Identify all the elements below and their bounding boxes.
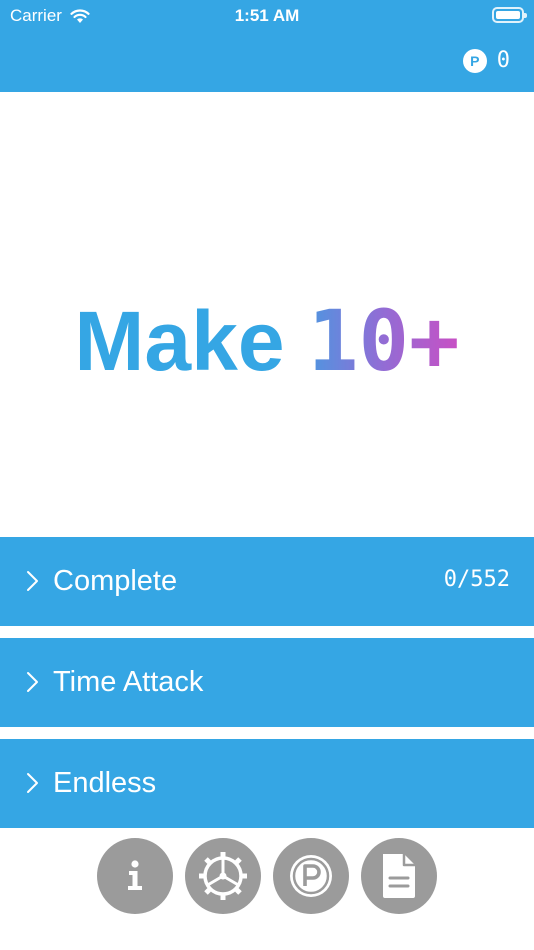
menu-item-time-attack[interactable]: Time Attack — [0, 638, 534, 727]
top-bar: Carrier 1:51 AM P 0 — [0, 0, 534, 92]
points-count: 0 — [496, 48, 510, 73]
status-bar: Carrier 1:51 AM — [0, 0, 534, 30]
bottom-toolbar — [0, 838, 534, 918]
completion-progress: 0/552 — [443, 567, 510, 592]
points-display[interactable]: P 0 — [462, 48, 510, 73]
info-button[interactable] — [97, 838, 173, 914]
settings-button[interactable] — [185, 838, 261, 914]
points-button[interactable] — [273, 838, 349, 914]
menu-item-endless[interactable]: Endless — [0, 739, 534, 828]
chevron-right-icon — [27, 672, 38, 692]
chevron-right-icon — [27, 773, 38, 793]
menu-item-label: Endless — [53, 767, 157, 799]
chevron-right-icon — [27, 571, 38, 591]
app-title: Make 10+ — [0, 292, 534, 390]
settings-gear-icon — [199, 852, 247, 900]
app-title-word: Make — [74, 294, 285, 388]
document-button[interactable] — [361, 838, 437, 914]
points-coin-icon: P — [462, 48, 487, 73]
status-time: 1:51 AM — [234, 6, 300, 25]
document-icon — [383, 854, 415, 898]
battery-icon — [492, 7, 527, 23]
menu-item-label: Time Attack — [53, 666, 204, 698]
menu-item-complete[interactable]: Complete 0/552 — [0, 537, 534, 626]
app-title-number: 10+ — [307, 292, 460, 390]
points-icon — [290, 855, 332, 897]
info-icon — [128, 860, 142, 890]
menu-item-label: Complete — [53, 565, 178, 597]
